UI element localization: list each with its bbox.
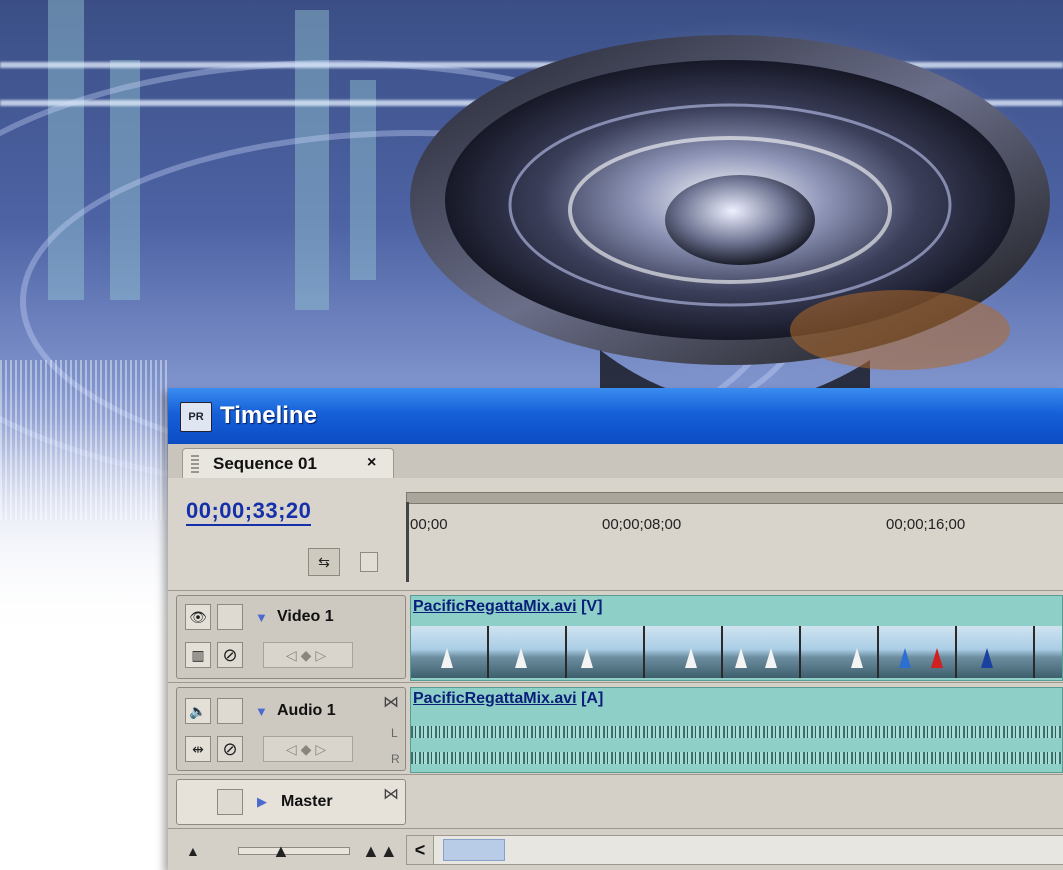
track-audio-1: 🔈 ▼ Audio 1 ⋈ ⇹ ⊘ ◁◆▷ L R PacificRegatta… [168, 682, 1063, 775]
ruler-tick-label: 00;00 [410, 516, 448, 533]
title-bar[interactable]: PR Timeline [168, 388, 1063, 444]
clip-filename: PacificRegattaMix.avi [413, 690, 577, 707]
track-video-1: 👁 ▼ Video 1 ▥ ⊘ ◁◆▷ PacificRegattaMix.av… [168, 590, 1063, 683]
keyframe-nav[interactable]: ◁◆▷ [263, 736, 353, 762]
channel-right-label: R [391, 752, 400, 766]
track-name: Master [281, 793, 333, 810]
track-header-video-1: 👁 ▼ Video 1 ▥ ⊘ ◁◆▷ [176, 595, 406, 679]
thumbnail-strip [411, 626, 1062, 678]
thumbnail-frame [411, 626, 489, 678]
video-clip[interactable]: PacificRegattaMix.avi [V] [410, 595, 1063, 681]
clip-suffix: [V] [581, 598, 603, 615]
clip-name: PacificRegattaMix.avi [A] [413, 690, 603, 708]
chevron-down-icon[interactable]: ▼ [255, 610, 268, 625]
forbidden-icon[interactable]: ⊘ [217, 642, 243, 668]
tab-label: Sequence 01 [213, 454, 317, 473]
sync-icon: ⋈ [383, 694, 399, 711]
window-title: Timeline [220, 402, 317, 429]
waveform-left [411, 726, 1062, 738]
set-marker-button[interactable] [360, 552, 378, 572]
chevron-right-icon[interactable]: ▶ [257, 794, 267, 810]
ruler-tick-label: 00;00;16;00 [886, 516, 966, 533]
clip-name: PacificRegattaMix.avi [V] [413, 598, 602, 616]
zoom-in-icon[interactable]: ▲▲ [362, 841, 398, 862]
thumbnail-frame [1035, 626, 1062, 678]
ruler-tick-label: 00;00;08;00 [602, 516, 682, 533]
waveform-display-icon[interactable]: ⇹ [185, 736, 211, 762]
timeline-window: PR Timeline Sequence 01 × 00;00;33;20 ⇆ … [168, 388, 1063, 870]
track-name: Video 1 [277, 608, 334, 625]
audio-clip[interactable]: PacificRegattaMix.avi [A] [410, 687, 1063, 773]
zoom-slider[interactable] [238, 847, 350, 855]
track-name: Audio 1 [277, 702, 336, 719]
waveform-right [411, 752, 1062, 764]
track-header-master: ▶ Master ⋈ [176, 779, 406, 825]
premiere-app-icon: PR [180, 402, 212, 432]
speaker-icon [410, 35, 1050, 435]
zoom-out-icon[interactable]: ▲ [186, 843, 200, 859]
forbidden-icon[interactable]: ⊘ [217, 736, 243, 762]
thumbnail-frame [723, 626, 801, 678]
snap-button[interactable]: ⇆ [308, 548, 340, 576]
track-master: ▶ Master ⋈ [168, 774, 1063, 829]
chevron-down-icon[interactable]: ▼ [255, 704, 268, 719]
tab-row: Sequence 01 × [168, 444, 1063, 479]
track-header-audio-1: 🔈 ▼ Audio 1 ⋈ ⇹ ⊘ ◁◆▷ L R [176, 687, 406, 771]
time-ruler[interactable]: 00;00 00;00;08;00 00;00;16;00 [406, 482, 1063, 586]
sync-icon: ⋈ [383, 786, 399, 803]
clip-suffix: [A] [581, 690, 604, 707]
thumbnail-frame [645, 626, 723, 678]
lock-toggle[interactable] [217, 698, 243, 724]
close-tab-icon[interactable]: × [367, 454, 376, 472]
zoom-slider-thumb[interactable]: ▲ [272, 841, 290, 862]
master-toggle[interactable] [217, 789, 243, 815]
zoom-scroll-bar: ▲ ▲ ▲▲ < [168, 828, 1063, 870]
time-ruler-area: 00;00;33;20 ⇆ 00;00 00;00;08;00 00;00;16… [168, 478, 1063, 590]
thumbnail-frame [801, 626, 879, 678]
eye-icon[interactable]: 👁 [185, 604, 211, 630]
keyframe-nav[interactable]: ◁◆▷ [263, 642, 353, 668]
keyframe-display-icon[interactable]: ▥ [185, 642, 211, 668]
scroll-thumb[interactable] [443, 839, 505, 861]
tab-sequence-01[interactable]: Sequence 01 × [182, 448, 394, 479]
thumbnail-frame [489, 626, 567, 678]
current-timecode[interactable]: 00;00;33;20 [186, 498, 312, 526]
channel-left-label: L [391, 726, 398, 740]
tab-grip-icon[interactable] [191, 455, 199, 473]
thumbnail-frame [957, 626, 1035, 678]
work-area-bar[interactable] [406, 492, 1063, 504]
horizontal-scrollbar[interactable]: < [406, 835, 1063, 865]
playhead[interactable] [406, 502, 409, 582]
scroll-left-icon[interactable]: < [407, 836, 434, 864]
thumbnail-frame [879, 626, 957, 678]
clip-filename: PacificRegattaMix.avi [413, 598, 577, 615]
lock-toggle[interactable] [217, 604, 243, 630]
speaker-toggle-icon[interactable]: 🔈 [185, 698, 211, 724]
thumbnail-frame [567, 626, 645, 678]
